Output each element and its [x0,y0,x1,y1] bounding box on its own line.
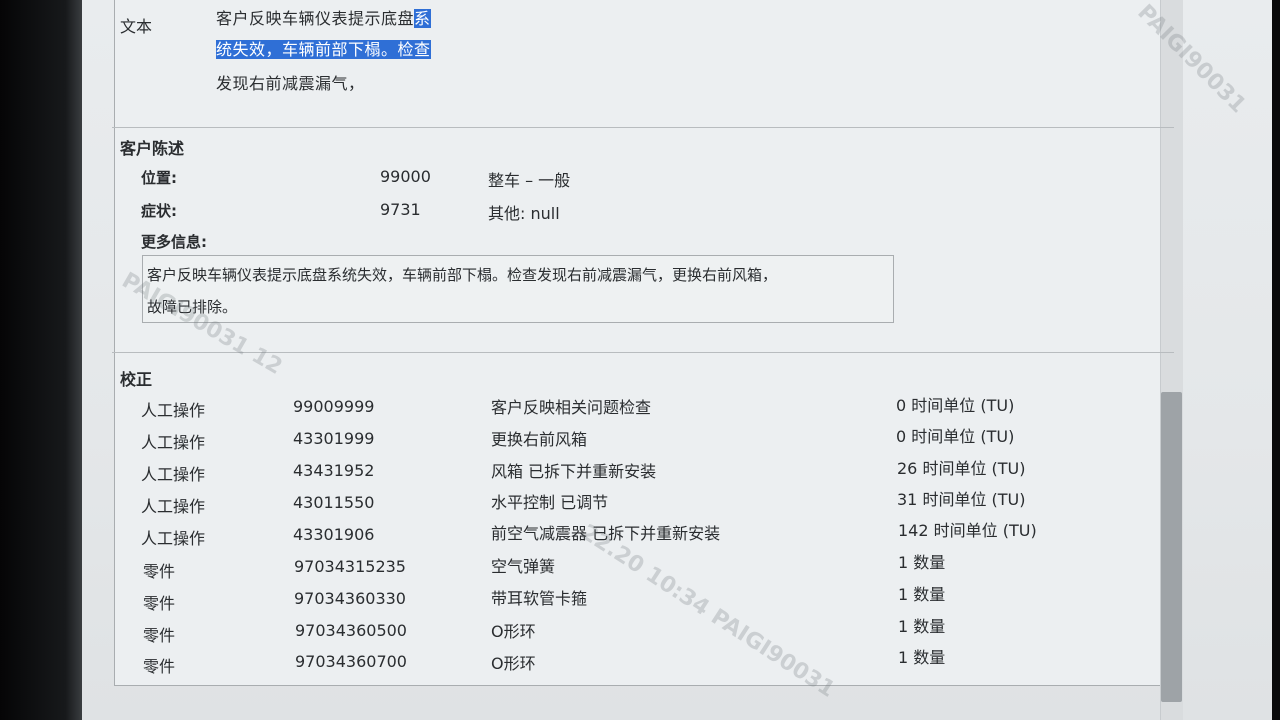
correction-row-code: 43431952 [293,461,375,480]
correction-row-type: 人工操作 [141,401,206,420]
position-value: 整车 – 一般 [488,171,571,190]
text-line-2-selected: 统失效，车辆前部下榻。检查 [216,40,431,59]
symptom-value: 其他: null [488,204,560,223]
correction-row-qty: 1 数量 [898,553,946,572]
monitor-bezel-right [1272,0,1280,720]
correction-row-type: 人工操作 [141,529,206,548]
correction-row-code: 99009999 [293,397,375,416]
text-label: 文本 [120,17,153,36]
correction-row-type: 人工操作 [141,497,206,516]
correction-row-qty: 26 时间单位 (TU) [897,459,1026,478]
correction-row-qty: 0 时间单位 (TU) [896,427,1015,446]
correction-row-desc: 客户反映相关问题检查 [491,398,652,417]
correction-row-code: 97034360700 [295,652,407,671]
correction-row-code: 97034360330 [294,589,406,608]
customer-statement-title: 客户陈述 [120,139,185,158]
correction-row-desc: 风箱 已拆下并重新安装 [491,462,657,481]
text-line-3-plain: 发现右前减震漏气， [216,74,365,93]
correction-row-desc: 空气弹簧 [491,557,556,576]
correction-row-qty: 1 数量 [898,648,946,667]
correction-row-type: 人工操作 [141,433,206,452]
correction-row-type: 零件 [143,562,176,581]
symptom-code: 9731 [380,200,421,219]
correction-row-type: 零件 [143,657,176,676]
correction-row-desc: 水平控制 已调节 [491,493,609,512]
text-line-1[interactable]: 客户反映车辆仪表提示底盘系 [216,5,431,29]
correction-row-code: 43011550 [293,493,375,512]
correction-row-type: 零件 [143,626,176,645]
correction-row-code: 97034360500 [295,621,407,640]
correction-row-desc: 带耳软管卡箍 [491,589,588,608]
more-info-line-1: 客户反映车辆仪表提示底盘系统失效，车辆前部下榻。检查发现右前减震漏气，更换右前风… [147,266,778,284]
correction-row-desc: O形环 [491,654,536,673]
correction-row-code: 43301906 [293,525,375,544]
scrollbar-thumb[interactable] [1161,392,1182,702]
text-line-1-plain: 客户反映车辆仪表提示底盘 [216,9,415,28]
more-info-box[interactable]: 客户反映车辆仪表提示底盘系统失效，车辆前部下榻。检查发现右前减震漏气，更换右前风… [142,255,894,323]
text-line-3[interactable]: 发现右前减震漏气， [216,70,365,94]
correction-row-qty: 31 时间单位 (TU) [897,490,1026,509]
correction-title: 校正 [120,370,153,389]
correction-row-type: 零件 [143,594,176,613]
text-line-1-selected: 系 [414,9,431,28]
divider-1 [112,127,1174,128]
correction-row-desc: O形环 [491,622,536,641]
correction-row-qty: 0 时间单位 (TU) [896,396,1015,415]
position-label: 位置: [141,169,177,187]
text-line-2[interactable]: 统失效，车辆前部下榻。检查 [216,36,431,60]
more-info-label: 更多信息: [141,233,207,251]
position-code: 99000 [380,167,431,186]
correction-row-type: 人工操作 [141,465,206,484]
correction-row-qty: 1 数量 [898,617,946,636]
symptom-label: 症状: [141,202,177,220]
correction-row-desc: 更换右前风箱 [491,430,588,449]
correction-row-qty: 142 时间单位 (TU) [898,521,1037,540]
monitor-bezel-left [0,0,82,720]
correction-row-code: 97034315235 [294,557,406,576]
correction-row-qty: 1 数量 [898,585,946,604]
correction-row-code: 43301999 [293,429,375,448]
